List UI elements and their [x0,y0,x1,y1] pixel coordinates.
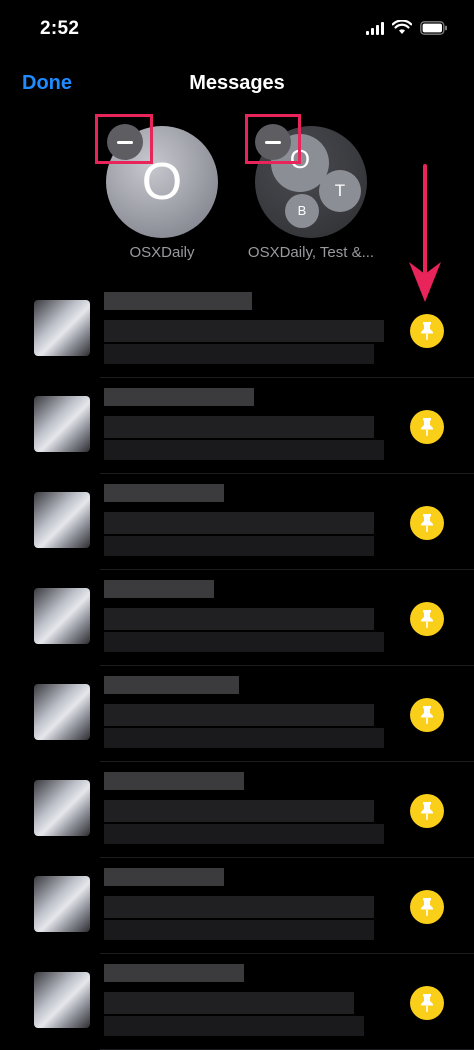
pinned-name-group: OSXDaily, Test &... [247,244,375,261]
blurred-text [104,1016,364,1036]
group-avatar-t: T [319,170,361,212]
pin-button[interactable] [410,314,444,348]
pin-icon [421,994,433,1012]
blurred-text [104,964,244,982]
contact-avatar [34,300,90,356]
highlight-box [245,114,301,164]
pin-button[interactable] [410,602,444,636]
conversation-row[interactable] [0,378,474,474]
battery-icon [420,20,447,35]
blurred-text [104,800,374,822]
group-initial-b: B [297,203,307,218]
conversation-row[interactable] [0,282,474,378]
blurred-text [104,416,374,438]
pin-icon [421,322,433,340]
pin-button[interactable] [410,410,444,444]
contact-avatar [34,588,90,644]
blurred-text [104,868,224,886]
done-button[interactable]: Done [22,72,72,95]
contact-avatar [34,492,90,548]
blurred-text [104,344,374,364]
blurred-text [104,536,374,556]
contact-avatar [34,684,90,740]
contact-avatar [34,876,90,932]
contact-avatar [34,396,90,452]
conversation-row[interactable] [0,954,474,1050]
conversation-row[interactable] [0,474,474,570]
pin-button[interactable] [410,890,444,924]
pinned-name-osxdaily: OSXDaily [129,244,195,261]
blurred-text [104,896,374,918]
blurred-text [104,388,254,406]
conversation-row[interactable] [0,666,474,762]
status-icons [366,20,448,35]
conversation-row[interactable] [0,858,474,954]
group-initial-t: T [334,181,346,200]
pin-button[interactable] [410,698,444,732]
pin-icon [421,610,433,628]
pin-icon [421,802,433,820]
conversation-row[interactable] [0,570,474,666]
pin-button[interactable] [410,794,444,828]
contact-avatar [34,972,90,1028]
blurred-text [104,608,374,630]
pin-icon [421,514,433,532]
blurred-text [104,824,384,844]
wifi-icon [392,20,412,34]
blurred-text [104,632,384,652]
blurred-text [104,580,214,598]
blurred-text [104,992,354,1014]
cellular-signal-icon [366,21,384,35]
blurred-text [104,440,384,460]
blurred-text [104,676,239,694]
pin-icon [421,706,433,724]
blurred-text [104,320,384,342]
pin-icon [421,418,433,436]
blurred-text [104,772,244,790]
status-bar: 2:52 [0,0,474,56]
group-avatar-b: B [285,194,319,228]
nav-bar: Messages Done [0,66,474,106]
pin-button[interactable] [410,506,444,540]
blurred-text [104,920,374,940]
contact-avatar [34,780,90,836]
status-time: 2:52 [40,18,80,39]
pin-button[interactable] [410,986,444,1020]
blurred-text [104,292,252,310]
highlight-box [95,114,153,164]
blurred-text [104,728,384,748]
blurred-text [104,704,374,726]
conversation-row[interactable] [0,762,474,858]
blurred-text [104,512,374,534]
blurred-text [104,484,224,502]
pin-icon [421,898,433,916]
